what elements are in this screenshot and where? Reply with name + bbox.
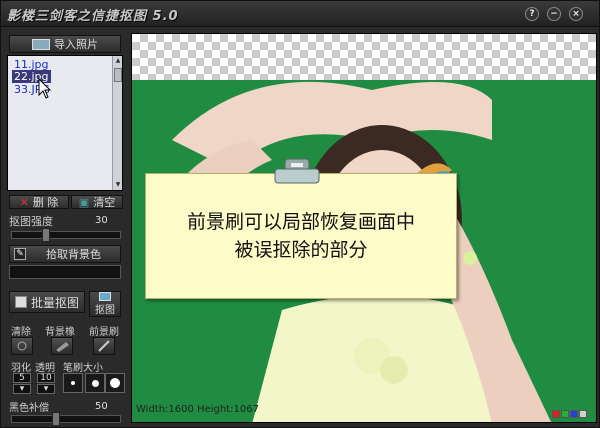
swatch-gray[interactable] xyxy=(579,410,587,418)
batch-icon xyxy=(14,296,27,308)
transparency-value[interactable]: 10 xyxy=(37,373,55,383)
dot-large-icon xyxy=(110,378,120,388)
minimize-button[interactable]: − xyxy=(547,7,561,21)
bg-eraser-icon xyxy=(56,342,69,352)
feather-value[interactable]: 5 xyxy=(13,373,31,383)
swatch-blue[interactable] xyxy=(570,410,578,418)
batch-matting-button[interactable]: 批量抠图 xyxy=(9,291,85,313)
fg-brush-tool-button[interactable] xyxy=(93,337,115,355)
matting-strength-label: 抠图强度 xyxy=(9,215,53,228)
eyedropper-icon: ✎ xyxy=(14,248,26,260)
erase-icon xyxy=(17,341,27,351)
transparency-stepper[interactable]: ▾ xyxy=(37,384,55,394)
brush-icon xyxy=(98,340,110,352)
feather-stepper[interactable]: ▾ xyxy=(13,384,31,394)
app-title: 影楼三剑客之信捷抠图 5.0 xyxy=(7,9,179,24)
matting-strength-slider[interactable] xyxy=(11,228,121,242)
matting-button[interactable]: 抠图 xyxy=(89,291,121,317)
app-window: 影楼三剑客之信捷抠图 5.0 ? − × 导入照片 11.jpg 22.jpg … xyxy=(0,0,600,428)
tool-erase-label: 清除 xyxy=(11,327,31,338)
import-photos-label: 导入照片 xyxy=(54,38,98,51)
photo-icon xyxy=(32,38,50,50)
color-swatches[interactable] xyxy=(552,410,587,418)
tip-line-2: 被误抠除的部分 xyxy=(234,239,368,261)
brush-large-button[interactable] xyxy=(105,373,125,393)
tip-text: 前景刷可以局部恢复画面中 被误抠除的部分 xyxy=(146,208,456,264)
clear-button[interactable]: ▣ 清空 xyxy=(71,195,123,209)
matting-icon xyxy=(99,292,111,301)
tip-note: 前景刷可以局部恢复画面中 被误抠除的部分 xyxy=(145,173,457,299)
delete-x-icon: ✕ xyxy=(19,195,29,209)
tip-line-1: 前景刷可以局部恢复画面中 xyxy=(186,211,415,233)
tool-fg-brush-label: 前景刷 xyxy=(89,327,119,338)
dot-medium-icon xyxy=(91,379,99,387)
black-comp-value: 50 xyxy=(95,401,108,412)
swatch-red[interactable] xyxy=(552,410,560,418)
black-comp-knob[interactable] xyxy=(52,412,60,426)
black-comp-slider[interactable] xyxy=(11,412,121,426)
transparency-label: 透明 xyxy=(35,363,55,374)
swatch-green[interactable] xyxy=(561,410,569,418)
scroll-down-icon[interactable]: ▼ xyxy=(114,181,122,189)
scroll-up-icon[interactable]: ▲ xyxy=(114,57,122,65)
bg-eraser-tool-button[interactable] xyxy=(51,337,73,355)
file-list-scrollbar[interactable]: ▲ ▼ xyxy=(112,56,122,190)
image-size-info: Width:1600 Height:1067 xyxy=(136,404,259,415)
import-photos-button[interactable]: 导入照片 xyxy=(9,35,121,53)
scroll-thumb[interactable] xyxy=(114,68,122,82)
pick-bg-color-button[interactable]: ✎ 拾取背景色 xyxy=(9,245,121,263)
erase-tool-button[interactable] xyxy=(11,337,33,355)
matting-strength-value: 30 xyxy=(95,215,108,226)
help-button[interactable]: ? xyxy=(525,7,539,21)
title-bar: 影楼三剑客之信捷抠图 5.0 ? − × xyxy=(1,1,599,27)
feather-label: 羽化 xyxy=(11,363,31,374)
brush-medium-button[interactable] xyxy=(85,373,105,393)
black-comp-label: 黑色补偿 xyxy=(9,403,49,414)
brush-small-button[interactable] xyxy=(63,373,83,393)
delete-button[interactable]: ✕ 删 除 xyxy=(9,195,69,209)
bg-color-preview xyxy=(9,265,121,279)
close-button[interactable]: × xyxy=(569,7,583,21)
matting-strength-knob[interactable] xyxy=(42,228,50,242)
trash-icon: ▣ xyxy=(78,195,90,209)
dot-small-icon xyxy=(71,381,75,385)
tool-bg-eraser-label: 背景橡 xyxy=(45,327,75,338)
paper-clip-icon xyxy=(274,158,320,184)
file-list[interactable]: 11.jpg 22.jpg 33.JPG ▲ ▼ xyxy=(7,55,123,191)
brush-size-label: 笔刷大小 xyxy=(63,363,103,374)
mouse-cursor-icon xyxy=(38,78,52,99)
